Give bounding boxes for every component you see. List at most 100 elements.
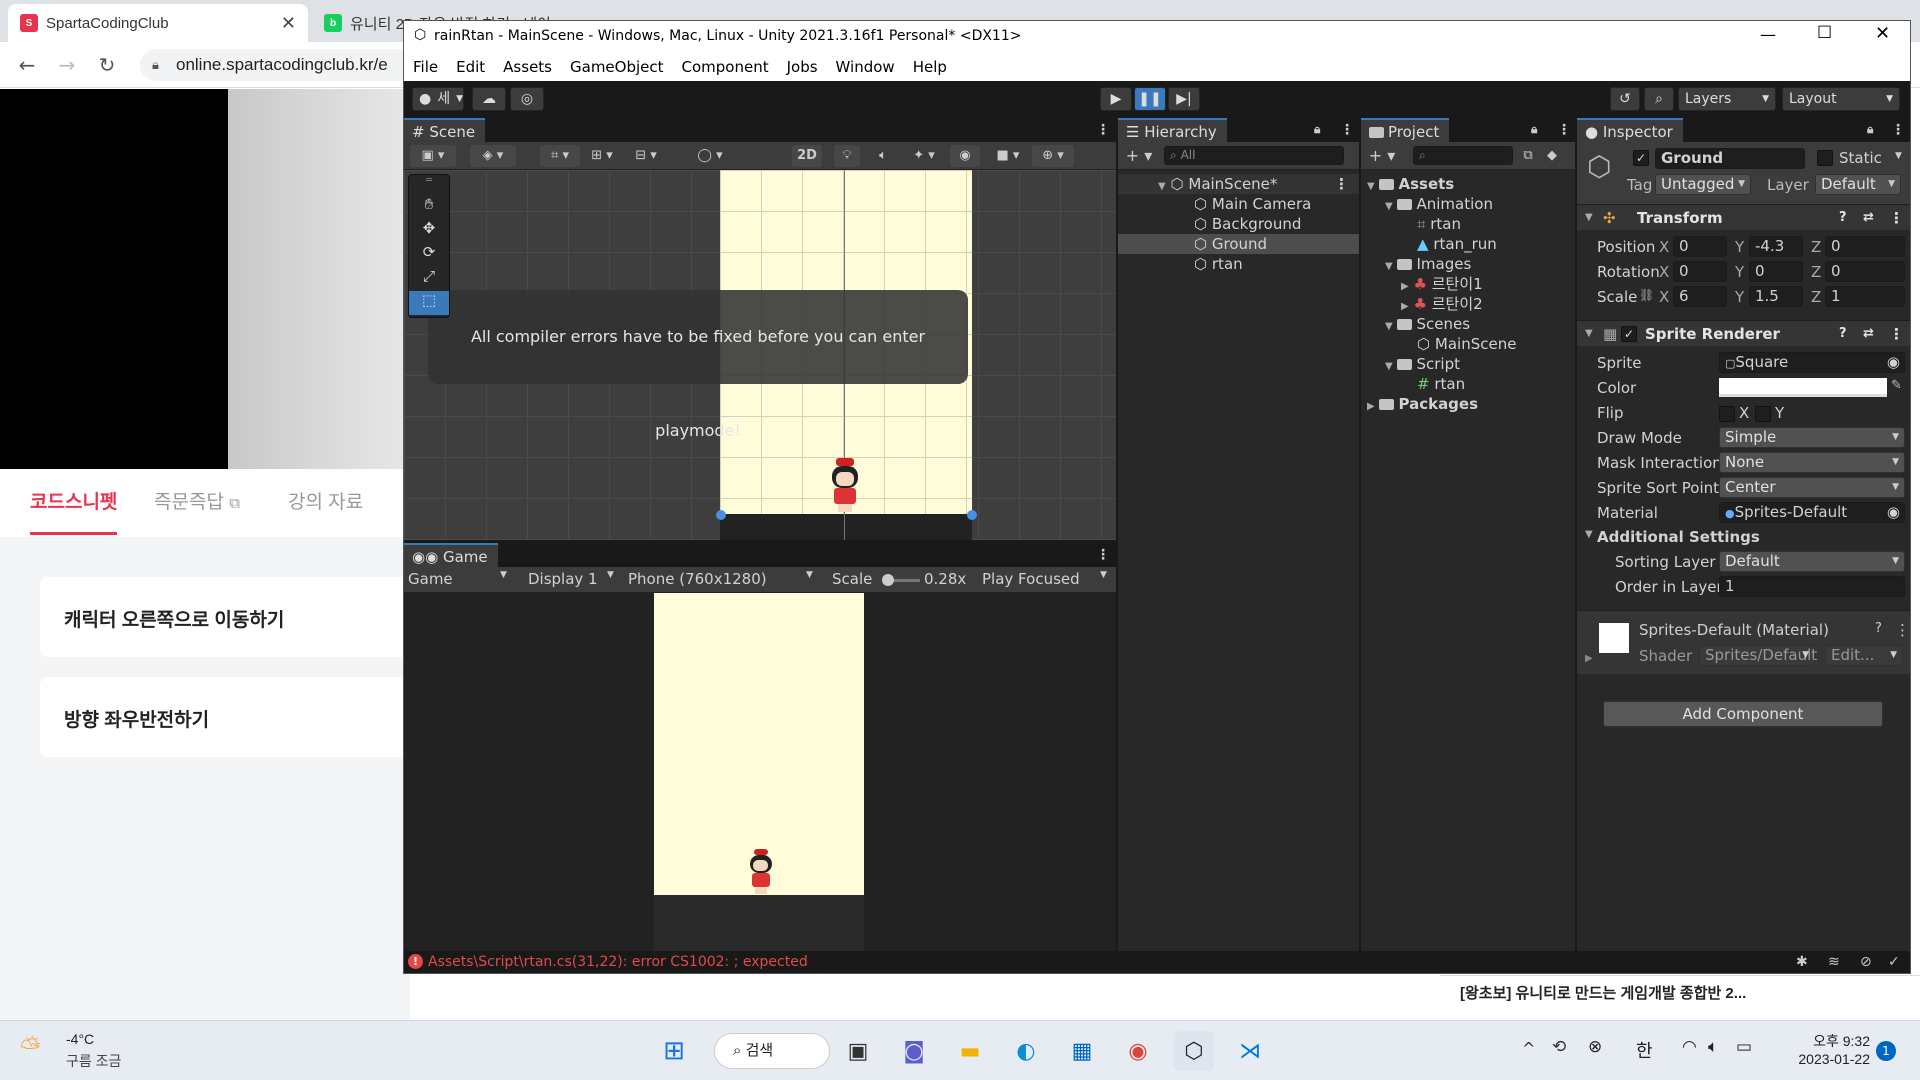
app-tray-icon[interactable]: ⊗ [1588,1037,1602,1057]
hierarchy-item-rtan[interactable]: ⬡ rtan [1118,254,1359,274]
step-button[interactable]: ▶| [1168,87,1200,111]
draw-mode-icon[interactable]: ▣ ▾ [410,145,456,167]
project-folder-assets[interactable]: ▼ Assets [1367,174,1454,194]
back-arrow-icon[interactable]: ← [14,52,40,78]
project-folder-packages[interactable]: ▶ Packages [1367,394,1478,414]
toggle-2d-button[interactable]: 2D [792,145,822,167]
file-explorer-icon[interactable]: ▬ [950,1031,990,1071]
scale-z-field[interactable]: 1 [1825,286,1905,307]
rotation-z-field[interactable]: 0 [1825,261,1905,282]
project-asset-image-1[interactable]: ▶ ♣ 르탄이1 [1401,274,1483,294]
rect-tool-icon[interactable]: ⬚ [409,291,449,315]
add-component-button[interactable]: Add Component [1603,701,1883,727]
scale-slider-thumb[interactable] [882,574,894,586]
position-y-field[interactable]: -4.3 [1749,236,1803,257]
rotation-x-field[interactable]: 0 [1673,261,1727,282]
material-field[interactable]: ●Sprites-Default ◉ [1719,502,1905,523]
increment-snap-icon[interactable]: ⊟ ▾ [626,145,666,167]
hierarchy-scene-row[interactable]: ▼ ⬡ MainScene* ⋮ [1118,174,1359,194]
close-tab-icon[interactable]: ✕ [281,13,296,34]
history-button[interactable]: ↺ [1610,87,1640,111]
preset-icon[interactable]: ⇄ [1863,321,1874,347]
resolution-dropdown[interactable]: Phone (760x1280) [628,570,767,588]
link-scale-icon[interactable]: ⛓ [1639,288,1654,302]
static-checkbox[interactable] [1817,150,1833,166]
url-field[interactable]: 🔒︎ online.spartacodingclub.kr/e [140,49,440,81]
browser-tab-sparta[interactable]: S SpartaCodingClub ✕ [8,4,308,42]
camera-icon[interactable]: ■ ▾ [988,145,1028,167]
add-icon[interactable]: + ▾ [1365,145,1399,167]
project-folder-animation[interactable]: ▼ Animation [1385,194,1493,214]
sprite-sort-point-dropdown[interactable]: Center [1719,477,1905,498]
menu-window[interactable]: Window [836,58,895,76]
project-search-input[interactable]: ⌕ [1413,146,1513,165]
tab-inspector[interactable]: ● Inspector [1577,118,1683,142]
play-mode-dropdown[interactable]: Play Focused [982,570,1080,588]
game-viewport[interactable] [404,593,1116,971]
project-asset-rtan-run[interactable]: ▲ rtan_run [1417,234,1497,254]
lock-icon[interactable]: 🔒︎ [1867,122,1873,137]
clock-time[interactable]: 오후 9:32 [1780,1031,1870,1051]
grid-snap-icon[interactable]: ⊞ ▾ [582,145,622,167]
menu-help[interactable]: Help [913,58,947,76]
effects-icon[interactable]: ✦ ▾ [904,145,944,167]
lock-icon[interactable]: 🔒︎ [1314,122,1320,137]
move-tool-icon[interactable]: ✥ [409,219,449,243]
active-checkbox[interactable]: ✓ [1633,150,1649,166]
wifi-icon[interactable]: ◠ [1682,1037,1697,1057]
tag-dropdown[interactable]: Untagged [1655,174,1751,195]
forward-arrow-icon[interactable]: → [54,52,80,78]
tab-lecture-materials[interactable]: 강의 자료 [288,487,363,514]
taskbar-search[interactable]: ⌕ 검색 [714,1033,830,1069]
maximize-icon[interactable]: ☐ [1817,23,1832,43]
project-folder-scenes[interactable]: ▼ Scenes [1385,314,1470,334]
cloud-button[interactable]: ☁ [472,87,506,111]
clock-date[interactable]: 2023-01-22 [1780,1051,1870,1067]
kebab-menu-icon[interactable]: ⋮ [1557,122,1571,138]
sync-icon[interactable]: ⟲ [1552,1037,1566,1057]
kebab-menu-icon[interactable]: ⋮ [1096,547,1110,563]
audio-icon[interactable]: 🔈︎ [870,145,896,167]
shader-edit-button[interactable]: Edit... [1825,645,1903,666]
minimize-icon[interactable]: — [1760,25,1776,44]
help-icon[interactable]: ? [1875,621,1882,636]
layout-dropdown[interactable]: Layout ▼ [1782,87,1900,111]
edge-browser-icon[interactable]: ◐ [1006,1031,1046,1071]
sprite-field[interactable]: ▢Square ◉ [1719,352,1905,373]
menu-file[interactable]: File [413,58,438,76]
snippet-card-flip[interactable]: 방향 좌우반전하기 [40,677,410,757]
game-view-dropdown[interactable]: Game [408,570,453,588]
rotation-y-field[interactable]: 0 [1749,261,1803,282]
sorting-layer-dropdown[interactable]: Default [1719,551,1905,572]
sprite-renderer-enabled-checkbox[interactable]: ✓ [1621,326,1637,342]
snippet-card-move-right[interactable]: 캐릭터 오른쪽으로 이동하기 [40,577,410,657]
tab-scene[interactable]: # Scene [404,118,486,142]
filter-type-icon[interactable]: ⧉ [1517,145,1539,167]
hand-tool-icon[interactable]: ✋︎ [409,195,449,219]
tab-hierarchy[interactable]: ☰ Hierarchy [1118,118,1227,142]
gizmos-icon[interactable]: ⊕ ▾ [1032,145,1074,167]
help-icon[interactable]: ? [1839,205,1847,231]
menu-edit[interactable]: Edit [456,58,485,76]
orientation-icon[interactable]: ◯ ▾ [690,145,730,167]
filter-label-icon[interactable]: ◆ [1541,145,1563,167]
show-hidden-icons-chevron-up-icon[interactable]: ^ [1522,1039,1535,1058]
project-asset-rtan-script[interactable]: # rtan [1417,374,1465,394]
teams-chat-icon[interactable]: ◙ [894,1031,934,1071]
lecture-video[interactable] [0,89,410,469]
volume-icon[interactable]: 🔈︎ [1708,1037,1718,1057]
kebab-menu-icon[interactable]: ⋮ [1340,122,1354,138]
eyedropper-icon[interactable]: ✎ [1891,378,1902,393]
vscode-icon[interactable]: ⋊ [1230,1031,1270,1071]
position-x-field[interactable]: 0 [1673,236,1727,257]
display-dropdown[interactable]: Display 1 [528,570,598,588]
layers-dropdown[interactable]: Layers ▼ [1678,87,1776,111]
microsoft-store-icon[interactable]: ▦ [1062,1031,1102,1071]
project-asset-mainscene[interactable]: ⬡ MainScene [1417,334,1516,354]
battery-icon[interactable]: ▭ [1736,1037,1752,1057]
tab-code-snippet[interactable]: 코드스니펫 [30,487,118,535]
flip-x-checkbox[interactable] [1719,406,1735,422]
collab-button[interactable]: ◎ [510,87,544,111]
expand-arrow-icon[interactable]: ▼ [1585,529,1593,540]
kebab-menu-icon[interactable]: ⋮ [1334,174,1349,194]
